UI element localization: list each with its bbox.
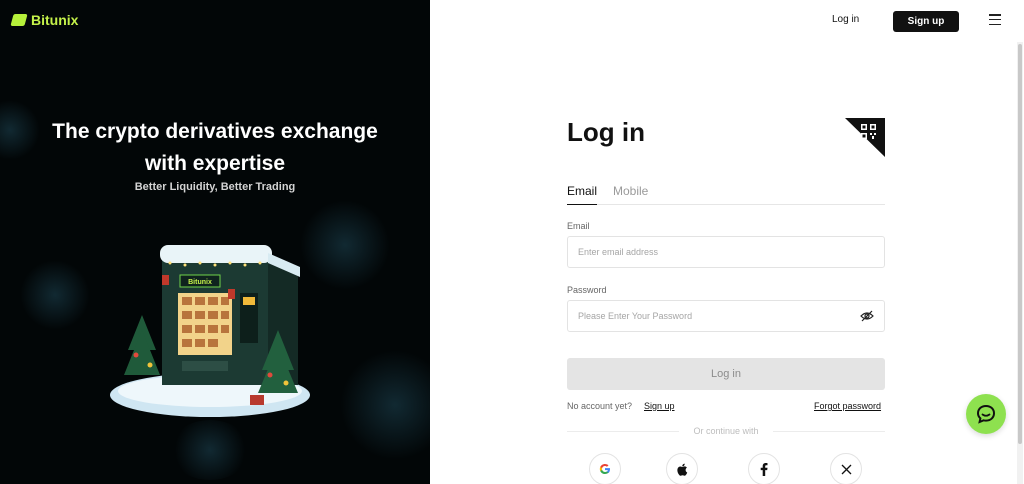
email-label: Email — [567, 221, 590, 231]
scrollbar-thumb[interactable] — [1018, 44, 1022, 444]
chat-bubble-icon — [976, 404, 996, 424]
topbar-signup-button[interactable]: Sign up — [893, 11, 959, 32]
divider-text: Or continue with — [679, 426, 773, 436]
vending-machine-illustration: Bitunix — [110, 245, 310, 417]
brand-name: Bitunix — [31, 12, 79, 28]
facebook-login-button[interactable] — [748, 453, 780, 484]
x-login-button[interactable] — [830, 453, 862, 484]
facebook-icon — [760, 462, 768, 476]
apple-login-button[interactable] — [666, 453, 698, 484]
hamburger-icon[interactable] — [989, 14, 1001, 25]
brand-logo[interactable]: Bitunix — [10, 12, 79, 28]
x-icon — [841, 464, 851, 474]
login-tabs: Email Mobile — [567, 184, 885, 205]
svg-text:Bitunix: Bitunix — [188, 279, 212, 286]
tab-email[interactable]: Email — [567, 184, 598, 205]
google-login-button[interactable] — [589, 453, 621, 484]
hero-title: The crypto derivatives exchange with exp… — [52, 120, 378, 175]
hero-subtitle: Better Liquidity, Better Trading — [134, 181, 296, 193]
qr-code-icon[interactable] — [845, 118, 885, 157]
logo-icon — [10, 14, 28, 26]
page-title: Log in — [567, 117, 645, 147]
tab-mobile[interactable]: Mobile — [613, 184, 648, 198]
hero-panel: Bitunix The crypto derivatives exchange … — [0, 0, 430, 484]
google-icon — [599, 464, 610, 474]
login-submit-button[interactable]: Log in — [567, 358, 885, 390]
password-label: Password — [567, 285, 607, 295]
apple-icon — [677, 463, 688, 476]
password-field[interactable] — [578, 311, 874, 321]
signup-link[interactable]: Sign up — [644, 401, 675, 411]
email-field-wrapper — [567, 236, 885, 268]
no-account-text: No account yet? — [567, 401, 633, 411]
topbar-login-link[interactable]: Log in — [832, 14, 859, 25]
password-field-wrapper — [567, 300, 885, 332]
email-field[interactable] — [578, 247, 874, 257]
eye-off-icon[interactable] — [860, 310, 874, 322]
chat-support-button[interactable] — [966, 394, 1006, 434]
forgot-password-link[interactable]: Forgot password — [814, 401, 881, 411]
